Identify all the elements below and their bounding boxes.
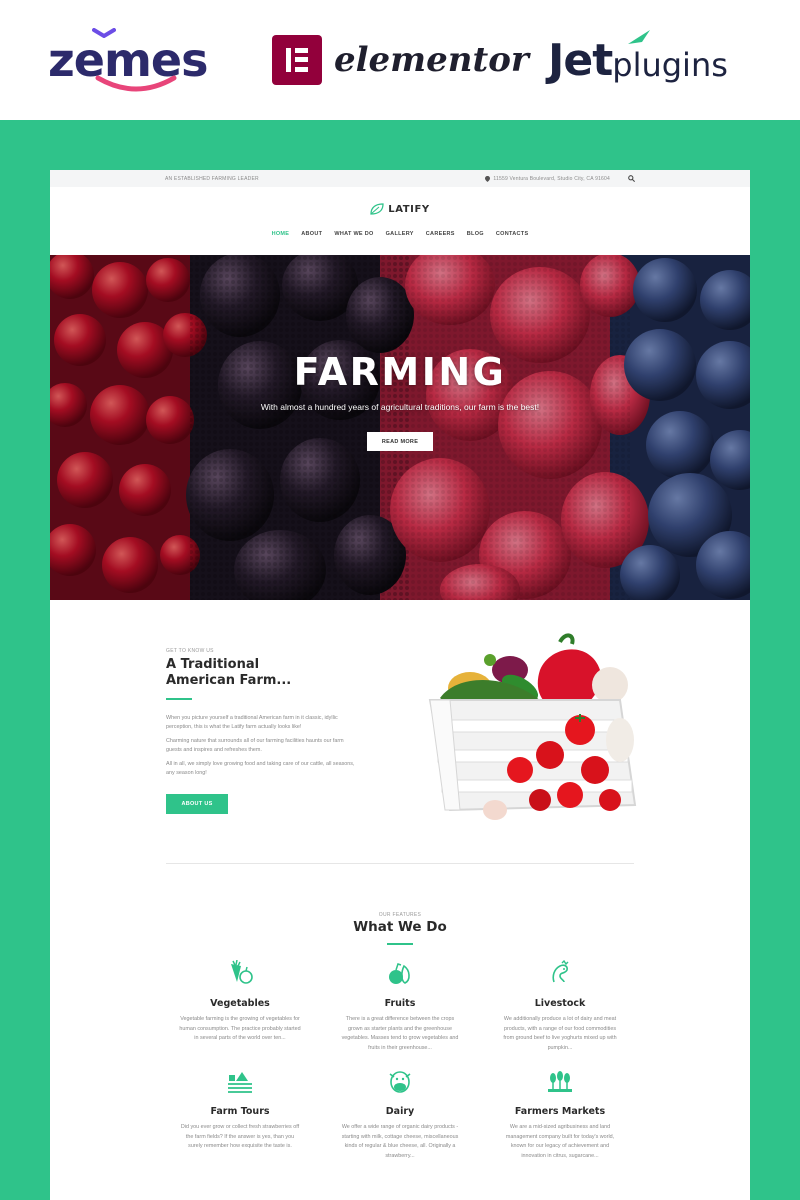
section-divider bbox=[166, 863, 634, 864]
zemes-logo: zemes bbox=[48, 28, 208, 92]
dairy-icon bbox=[389, 1071, 411, 1093]
feature-dairy: Dairy We offer a wide range of organic d… bbox=[330, 1068, 470, 1161]
about-title: A Traditional American Farm... bbox=[166, 657, 366, 689]
about-title-line2: American Farm... bbox=[166, 673, 292, 688]
feature-vegetables: Vegetables Vegetable farming is the grow… bbox=[170, 959, 310, 1044]
feature-livestock: Livestock We additionally produce a lot … bbox=[490, 959, 630, 1053]
features-title: What We Do bbox=[353, 919, 447, 935]
zemes-smile-icon bbox=[95, 75, 177, 92]
livestock-icon bbox=[552, 959, 569, 983]
main-nav: HOME ABOUT WHAT WE DO GALLERY CAREERS BL… bbox=[50, 231, 750, 255]
hero-banner: FARMING With almost a hundred years of a… bbox=[50, 255, 750, 600]
nav-blog[interactable]: BLOG bbox=[467, 231, 484, 255]
feature-description: Did you ever grow or collect fresh straw… bbox=[180, 1124, 300, 1149]
address: 11559 Ventura Boulevard, Studio City, CA… bbox=[485, 175, 610, 182]
read-more-button[interactable]: READ MORE bbox=[367, 432, 433, 451]
vegetables-icon bbox=[231, 959, 253, 984]
nav-about[interactable]: ABOUT bbox=[301, 231, 322, 255]
nav-gallery[interactable]: GALLERY bbox=[386, 231, 414, 255]
about-paragraph-1: When you picture yourself a traditional … bbox=[166, 715, 338, 730]
farm-tours-icon bbox=[228, 1072, 252, 1093]
elementor-icon bbox=[272, 35, 322, 85]
about-us-button[interactable]: ABOUT US bbox=[166, 794, 228, 814]
about-paragraph-2: Charming nature that surrounds all of ou… bbox=[166, 738, 344, 753]
elementor-logo: elementor bbox=[272, 28, 529, 92]
hero-berries-image bbox=[50, 255, 750, 600]
plugins-wordmark: plugins bbox=[612, 46, 728, 84]
feature-title: Farm Tours bbox=[210, 1106, 270, 1117]
website-preview: AN ESTABLISHED FARMING LEADER 11559 Vent… bbox=[50, 170, 750, 1200]
brand-bar: zemes elementor Jet plugins bbox=[0, 0, 800, 120]
features-divider bbox=[387, 943, 413, 945]
jet-wordmark: Jet bbox=[548, 34, 613, 86]
jet-plane-icon bbox=[628, 30, 650, 44]
feature-description: Vegetable farming is the growing of vege… bbox=[179, 1016, 301, 1041]
feature-title: Fruits bbox=[384, 998, 416, 1009]
about-title-line1: A Traditional bbox=[166, 657, 260, 672]
about-section: GET TO KNOW US A Traditional American Fa… bbox=[166, 648, 366, 814]
feature-description: We additionally produce a lot of dairy a… bbox=[503, 1016, 617, 1051]
address-text: 11559 Ventura Boulevard, Studio City, CA… bbox=[493, 175, 610, 182]
feature-fruits: Fruits There is a great difference betwe… bbox=[330, 960, 470, 1053]
about-eyebrow: GET TO KNOW US bbox=[166, 648, 214, 654]
logo-text: LATIFY bbox=[388, 203, 430, 215]
feature-title: Vegetables bbox=[210, 998, 270, 1009]
vegetable-crate-image bbox=[428, 633, 637, 820]
feature-title: Livestock bbox=[534, 998, 586, 1009]
feature-farmers-markets: Farmers Markets We are a mid-sized agrib… bbox=[490, 1068, 630, 1161]
site-logo[interactable]: LATIFY bbox=[50, 187, 750, 231]
about-divider bbox=[166, 698, 192, 700]
nav-home[interactable]: HOME bbox=[272, 231, 290, 255]
topbar-right: 11559 Ventura Boulevard, Studio City, CA… bbox=[485, 175, 635, 182]
farmers-markets-icon bbox=[548, 1071, 572, 1092]
feature-description: There is a great difference between the … bbox=[341, 1016, 459, 1051]
features-eyebrow: OUR FEATURES bbox=[378, 912, 422, 918]
leaf-logo-icon bbox=[370, 203, 384, 215]
tagline: AN ESTABLISHED FARMING LEADER bbox=[165, 175, 259, 182]
nav-careers[interactable]: CAREERS bbox=[426, 231, 455, 255]
hero-title: FARMING bbox=[293, 350, 507, 394]
feature-farm-tours: Farm Tours Did you ever grow or collect … bbox=[170, 1068, 310, 1152]
hero-subtitle: With almost a hundred years of agricultu… bbox=[260, 402, 540, 412]
nav-what-we-do[interactable]: WHAT WE DO bbox=[334, 231, 373, 255]
feature-title: Dairy bbox=[385, 1106, 415, 1117]
fruits-icon bbox=[389, 963, 410, 984]
jetplugins-logo: Jet plugins bbox=[548, 28, 728, 92]
feature-description: We offer a wide range of organic dairy p… bbox=[341, 1124, 459, 1159]
elementor-wordmark: elementor bbox=[334, 40, 529, 80]
nav-contacts[interactable]: CONTACTS bbox=[496, 231, 529, 255]
map-pin-icon bbox=[485, 175, 491, 182]
search-icon[interactable] bbox=[628, 175, 635, 182]
about-paragraph-3: All in all, we simply love growing food … bbox=[166, 761, 355, 776]
feature-title: Farmers Markets bbox=[514, 1106, 606, 1117]
zemes-accent-icon bbox=[92, 28, 116, 38]
feature-description: We are a mid-sized agribusiness and land… bbox=[505, 1124, 615, 1159]
top-info-bar: AN ESTABLISHED FARMING LEADER 11559 Vent… bbox=[50, 170, 750, 187]
